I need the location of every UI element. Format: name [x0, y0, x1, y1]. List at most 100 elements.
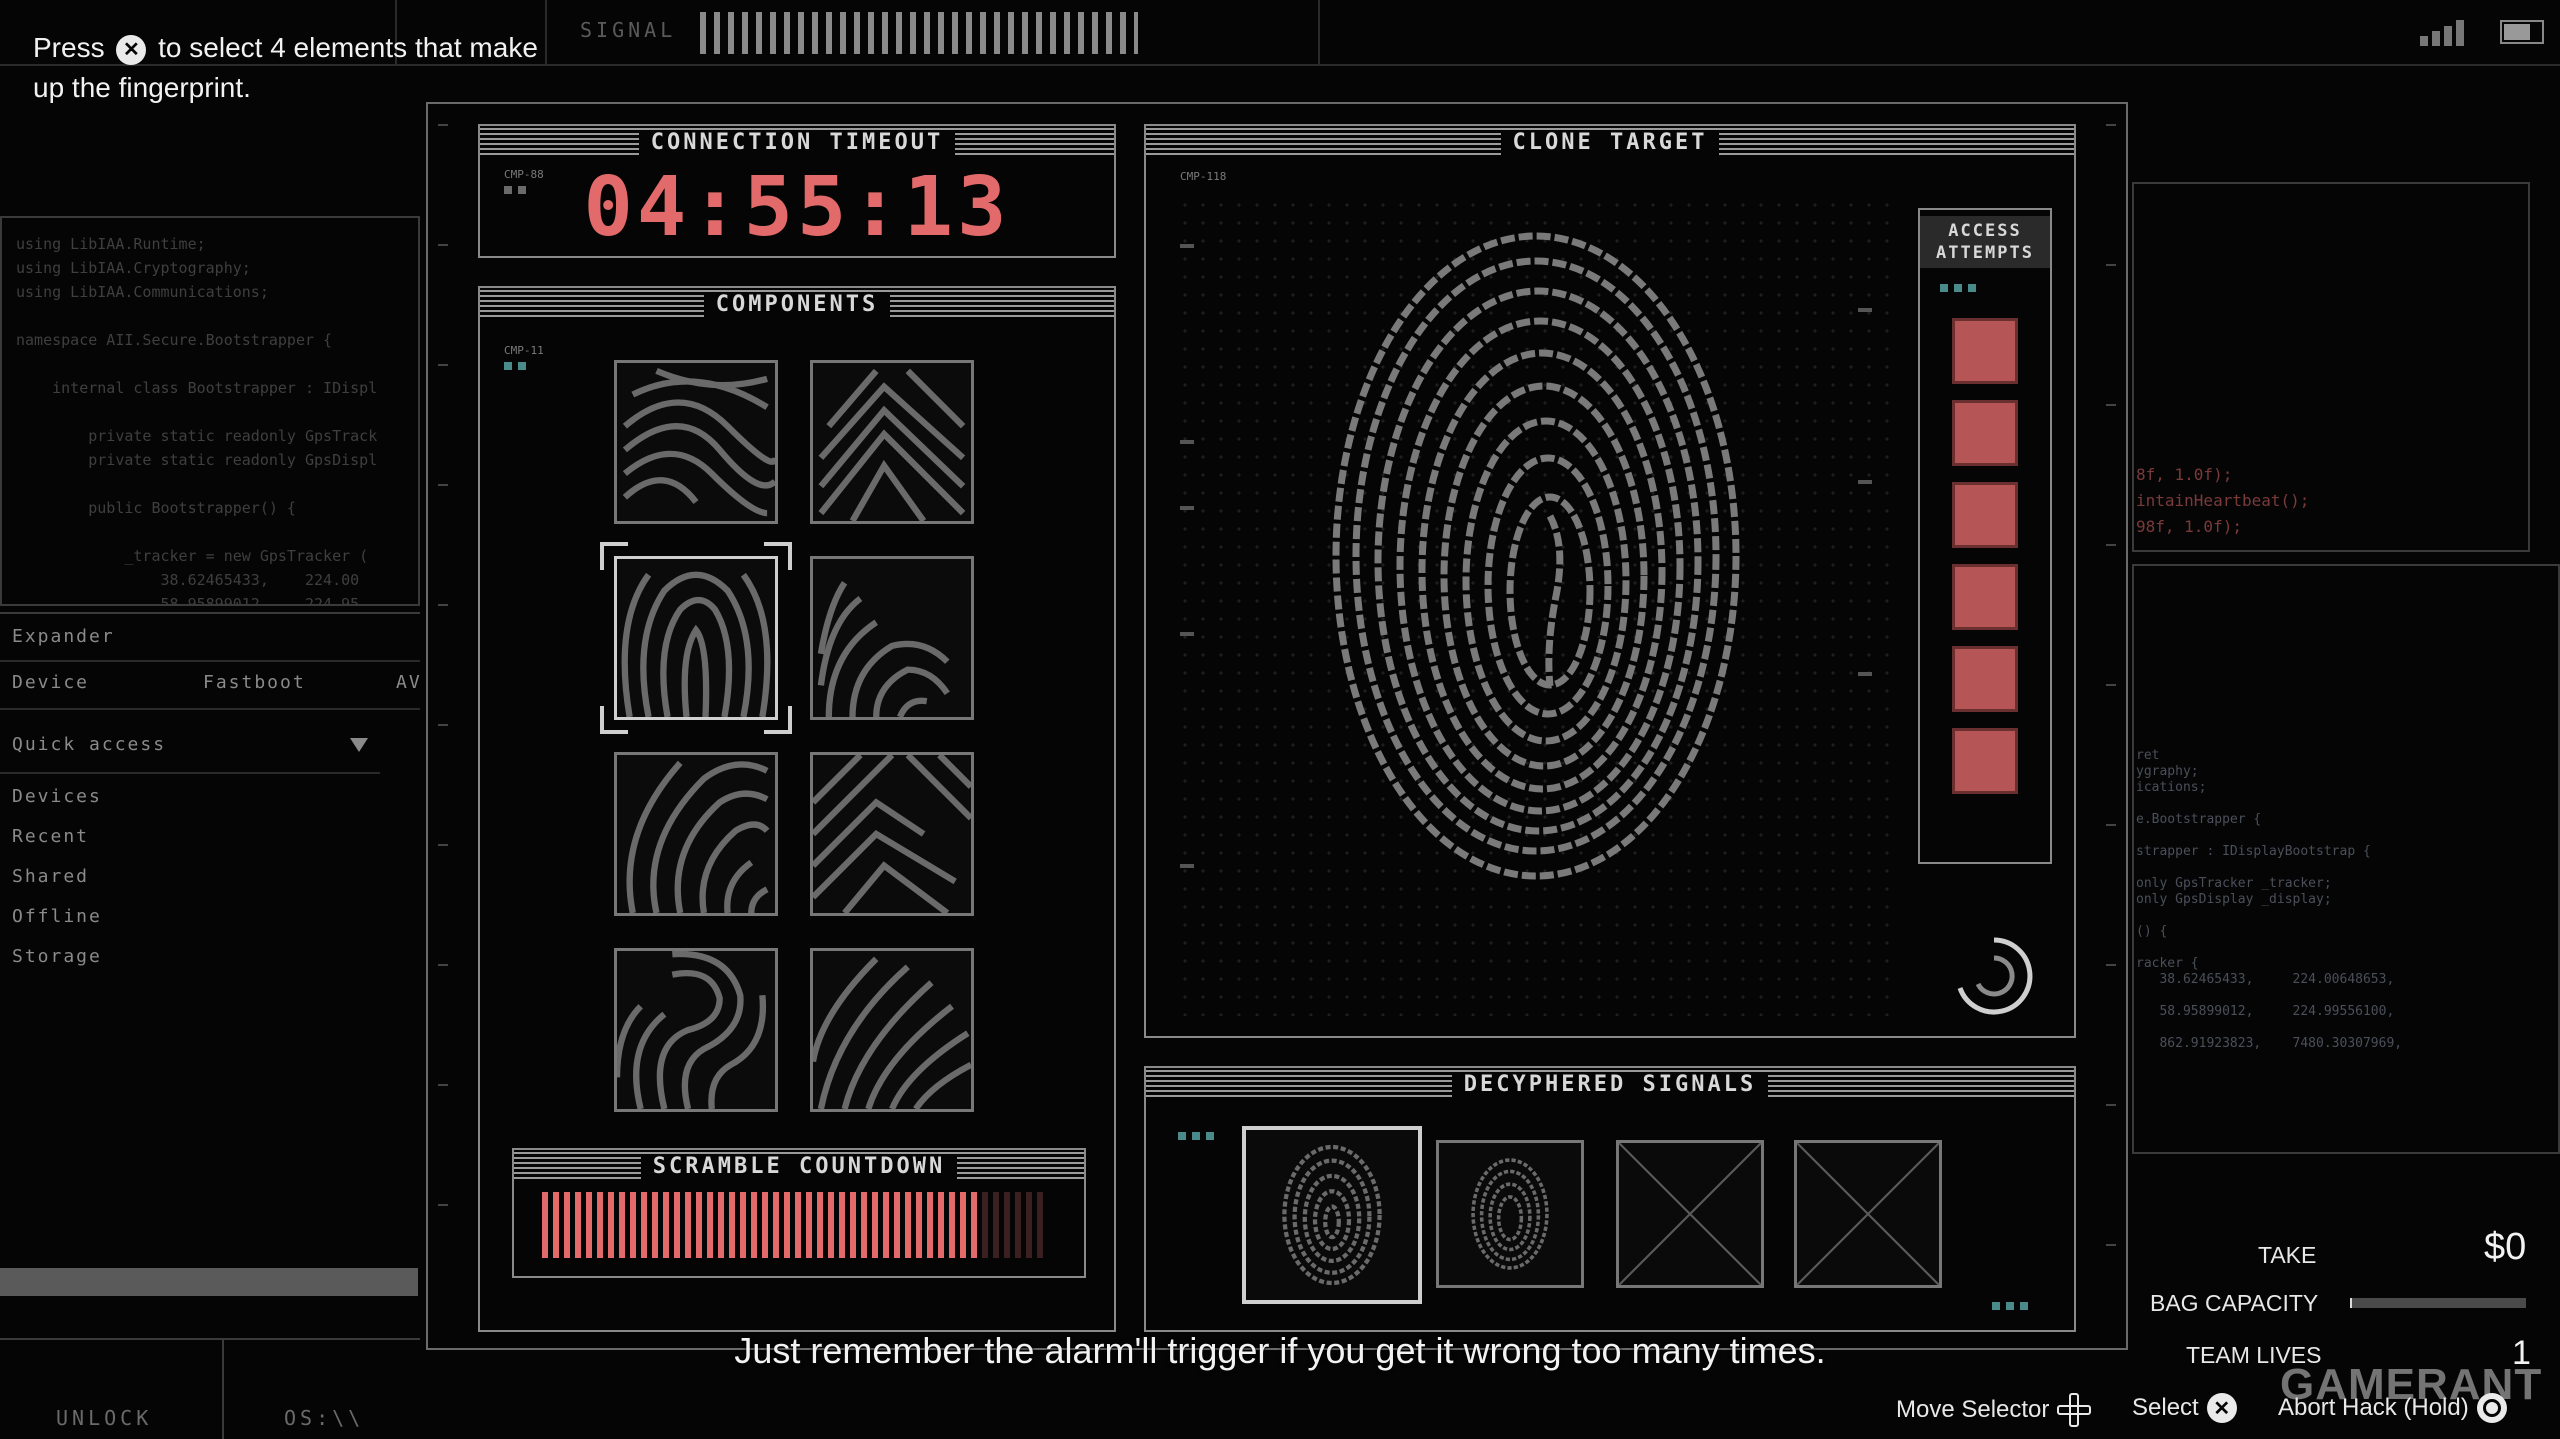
sidebar-av[interactable]: AV [396, 672, 422, 693]
cross-button-icon: ✕ [116, 34, 147, 65]
signal-slot-4-empty [1794, 1140, 1942, 1288]
clone-target-panel: CLONE TARGET CMP-118 ACCESS ATTEMPTS [1144, 124, 2076, 1038]
dialogue-subtitle: Just remember the alarm'll trigger if yo… [734, 1330, 1826, 1371]
component-tile-5[interactable] [614, 752, 778, 916]
access-attempt-2 [1952, 400, 2018, 466]
access-attempt-4 [1952, 564, 2018, 630]
sidebar-scrollbar[interactable] [0, 1268, 418, 1296]
scramble-countdown-panel: SCRAMBLE COUNTDOWN [512, 1148, 1086, 1278]
loading-spinner-icon [1952, 934, 2036, 1018]
code-line: namespace AII.Secure.Bootstrapper { [16, 331, 333, 349]
sidebar-item-recent[interactable]: Recent [12, 826, 89, 847]
access-attempt-5 [1952, 646, 2018, 712]
component-tile-4[interactable] [810, 556, 974, 720]
signal-slot-3-empty [1616, 1140, 1764, 1288]
code-line: ications; [2136, 780, 2207, 795]
hint-line2: up the fingerprint. [33, 72, 251, 103]
code-line: using LibIAA.Cryptography; [16, 259, 251, 277]
access-attempts-title-line2: ATTEMPTS [1936, 243, 2034, 263]
sidebar-item-offline[interactable]: Offline [12, 906, 102, 927]
code-line: 58.95899012, 224.95 [16, 595, 360, 606]
access-attempts-panel: ACCESS ATTEMPTS [1918, 208, 2052, 864]
right-code-window-top: 8f, 1.0f); intainHeartbeat(); 98f, 1.0f); [2132, 182, 2530, 552]
chevron-down-icon[interactable] [350, 738, 368, 752]
code-line: internal class Bootstrapper : IDispl [16, 379, 378, 397]
code-line: strapper : IDisplayBootstrap { [2136, 844, 2371, 859]
access-attempt-3 [1952, 482, 2018, 548]
select-label: Select [2132, 1394, 2199, 1421]
code-line: 8f, 1.0f); [2136, 465, 2233, 484]
move-selector-label: Move Selector [1896, 1396, 2050, 1423]
decyphered-signals-title: DECYPHERED SIGNALS [1451, 1071, 1769, 1097]
code-line: 38.62465433, 224.00648653, [2136, 972, 2395, 987]
code-line: only GpsDisplay _display; [2136, 892, 2332, 907]
sidebar-fastboot[interactable]: Fastboot [203, 672, 306, 693]
components-panel: COMPONENTS CMP-11 SCRAMBLE COUNTDOWN [478, 286, 1116, 1332]
unlock-label[interactable]: UNLOCK [56, 1406, 152, 1430]
quick-access-dropdown[interactable]: Quick access [12, 734, 166, 755]
scramble-countdown-title: SCRAMBLE COUNTDOWN [640, 1153, 958, 1179]
code-line: 862.91923823, 7480.30307969, [2136, 1036, 2403, 1051]
move-selector-hint: Move Selector [1896, 1393, 2092, 1427]
instruction-hint: Press ✕ to select 4 elements that make u… [33, 28, 593, 108]
sidebar-item-shared[interactable]: Shared [12, 866, 89, 887]
dpad-icon [2057, 1393, 2092, 1427]
connection-timeout-panel: CONNECTION TIMEOUT CMP-88 04:55:13 [478, 124, 1116, 258]
component-tile-2[interactable] [810, 360, 974, 524]
code-line: () { [2136, 924, 2168, 939]
scramble-bar-fill [542, 1192, 981, 1258]
os-path-label: OS:\\ [284, 1406, 365, 1430]
sidebar-title: Expander [12, 626, 115, 647]
code-line: ret [2136, 748, 2160, 763]
access-attempts-title: ACCESS ATTEMPTS [1920, 216, 2050, 268]
connection-timeout-title: CONNECTION TIMEOUT [638, 129, 956, 155]
code-line: using LibIAA.Runtime; [16, 235, 206, 253]
signal-slot-2 [1436, 1140, 1584, 1288]
code-line: private static readonly GpsTrack [16, 427, 378, 445]
access-attempt-6 [1952, 728, 2018, 794]
code-line: private static readonly GpsDispl [16, 451, 378, 469]
take-label: TAKE [2258, 1242, 2317, 1268]
code-line: using LibIAA.Communications; [16, 283, 269, 301]
access-attempts-title-line1: ACCESS [1948, 221, 2022, 241]
selector-cursor[interactable] [600, 542, 792, 734]
component-tile-1[interactable] [614, 360, 778, 524]
component-tile-8[interactable] [810, 948, 974, 1112]
hint-rest: to select 4 elements that make [158, 32, 538, 63]
sidebar-item-devices[interactable]: Devices [12, 786, 102, 807]
component-tile-6[interactable] [810, 752, 974, 916]
abort-hack-label: Abort Hack (Hold) [2278, 1394, 2469, 1421]
right-code-window: ret ygraphy; ications; e.Bootstrapper { st… [2132, 564, 2560, 1154]
signal-strength-bar [700, 12, 1138, 54]
decyphered-signals-panel: DECYPHERED SIGNALS [1144, 1066, 2076, 1332]
bag-capacity-bar [2350, 1298, 2526, 1308]
sidebar-device[interactable]: Device [12, 672, 89, 693]
code-line: _tracker = new GpsTracker ( [16, 547, 369, 565]
network-icon [2420, 18, 2474, 46]
code-line: public Bootstrapper() { [16, 499, 296, 517]
signal-label: SIGNAL [580, 18, 677, 42]
sidebar-item-storage[interactable]: Storage [12, 946, 102, 967]
take-value: $0 [2484, 1226, 2527, 1268]
cross-button-icon: ✕ [2206, 1393, 2237, 1423]
code-line: intainHeartbeat(); [2136, 491, 2310, 510]
battery-icon [2500, 20, 2544, 44]
code-line: 38.62465433, 224.00 [16, 571, 360, 589]
component-tile-7[interactable] [614, 948, 778, 1112]
scramble-bar-track [542, 1192, 1046, 1258]
components-tag: CMP-11 [504, 344, 544, 357]
bag-capacity-label: BAG CAPACITY [2150, 1290, 2319, 1316]
hack-window: CONNECTION TIMEOUT CMP-88 04:55:13 COMPO… [426, 102, 2128, 1350]
components-title: COMPONENTS [703, 291, 891, 317]
code-line: e.Bootstrapper { [2136, 812, 2262, 827]
